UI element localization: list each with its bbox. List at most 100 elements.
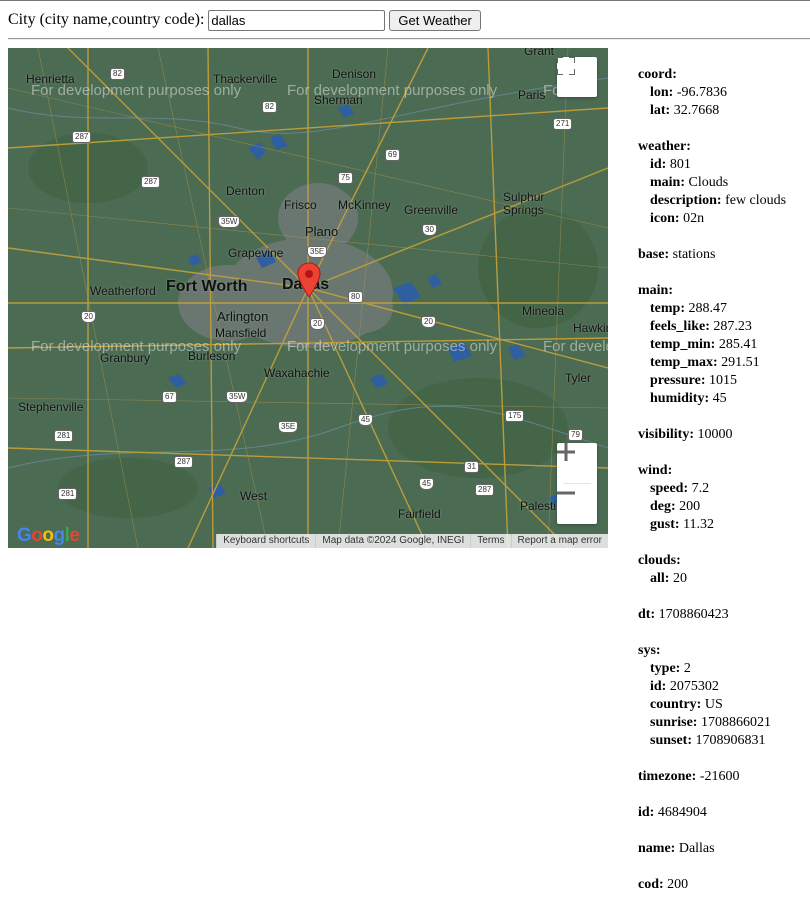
dt-field: dt: 1708860423	[638, 606, 810, 624]
map[interactable]: For development purposes only For develo…	[8, 48, 608, 548]
city-label: Arlington	[217, 309, 269, 324]
city-label: Fairfield	[398, 507, 441, 521]
field-value: Dallas	[678, 841, 715, 856]
dev-watermark: For develo	[543, 338, 608, 355]
field-key: sunrise:	[650, 715, 698, 730]
city-label: Greenville	[404, 203, 459, 217]
field-key: name:	[638, 841, 676, 856]
field-value: few clouds	[725, 193, 787, 208]
field-key: dt:	[638, 607, 656, 622]
highway-shield: 20	[81, 311, 96, 323]
map-attribution: Keyboard shortcuts Map data ©2024 Google…	[216, 534, 608, 548]
city-label: Grant	[524, 48, 555, 58]
city-label: Thackerville	[213, 72, 278, 86]
name-field: name: Dallas	[638, 840, 810, 858]
field-key: pressure:	[650, 373, 706, 388]
city-label: Hawkin	[573, 321, 608, 335]
get-weather-button[interactable]: Get Weather	[389, 9, 481, 31]
city-label: Weatherford	[90, 284, 156, 298]
city-label: Sherman	[314, 93, 363, 107]
city-label: Grapevine	[228, 246, 284, 260]
field-key: temp:	[650, 301, 685, 316]
field-key: description:	[650, 193, 722, 208]
highway-shield: 287	[475, 484, 495, 496]
highway-shield: 35E	[278, 421, 299, 433]
city-label: West	[240, 489, 268, 503]
field-key: type:	[650, 661, 681, 676]
section-title: weather:	[638, 139, 691, 154]
wind-section: wind: speed: 7.2 deg: 200 gust: 11.32	[638, 462, 810, 534]
city-label: Mineola	[522, 304, 565, 318]
minus-icon	[557, 491, 575, 495]
field-value: 10000	[697, 427, 733, 442]
clouds-section: clouds: all: 20	[638, 552, 810, 588]
field-value: 2075302	[669, 679, 719, 694]
sys-section: sys: type: 2 id: 2075302 country: US sun…	[638, 642, 810, 750]
highway-shield: 20	[421, 316, 436, 328]
field-key: icon:	[650, 211, 680, 226]
field-key: id:	[650, 157, 667, 172]
timezone-field: timezone: -21600	[638, 768, 810, 786]
city-input[interactable]	[208, 9, 386, 31]
location-marker-icon[interactable]	[297, 262, 321, 298]
section-title: main:	[638, 283, 673, 298]
field-value: 32.7668	[673, 103, 720, 118]
field-value: 11.32	[683, 517, 715, 532]
highway-shield: 31	[464, 461, 479, 473]
highway-shield: 281	[58, 488, 78, 500]
field-value: 1708906831	[695, 733, 766, 748]
dev-watermark: For development purposes only	[287, 338, 498, 355]
field-value: 4684904	[657, 805, 707, 820]
highway-shield: 69	[385, 149, 400, 161]
field-value: 801	[669, 157, 691, 172]
highway-shield: 175	[505, 410, 525, 422]
field-value: 200	[667, 877, 689, 892]
cod-field: cod: 200	[638, 876, 810, 894]
field-value: 45	[712, 391, 727, 406]
terms-link[interactable]: Terms	[470, 534, 511, 548]
map-canvas	[8, 48, 608, 548]
google-logo[interactable]: Google	[17, 525, 80, 547]
field-value: 7.2	[691, 481, 710, 496]
highway-shield: 80	[348, 291, 363, 303]
fullscreen-button[interactable]	[557, 57, 597, 97]
highway-shield: 281	[54, 430, 74, 442]
field-key: visibility:	[638, 427, 695, 442]
field-key: id:	[650, 679, 667, 694]
field-value: -96.7836	[676, 85, 728, 100]
city-label: McKinney	[338, 198, 391, 212]
city-label: Fort Worth	[166, 278, 248, 295]
zoom-out-button[interactable]	[557, 484, 597, 524]
zoom-control	[557, 443, 597, 524]
city-label: Henrietta	[26, 72, 75, 86]
city-label: Frisco	[284, 198, 317, 212]
weather-json-panel: coord: lon: -96.7836 lat: 32.7668 weathe…	[638, 66, 810, 912]
city-label: Waxahachie	[264, 366, 330, 380]
city-form: City (city name,country code): Get Weath…	[8, 8, 481, 32]
field-key: gust:	[650, 517, 680, 532]
zoom-in-button[interactable]	[557, 443, 597, 483]
city-label: Granbury	[100, 351, 151, 365]
visibility-field: visibility: 10000	[638, 426, 810, 444]
field-key: timezone:	[638, 769, 697, 784]
highway-shield: 271	[553, 118, 573, 130]
field-key: main:	[650, 175, 685, 190]
city-label: Stephenville	[18, 400, 84, 414]
keyboard-shortcuts-link[interactable]: Keyboard shortcuts	[216, 534, 316, 548]
field-value: 285.41	[718, 337, 758, 352]
field-key: all:	[650, 571, 670, 586]
highway-shield: 45	[419, 478, 434, 490]
field-value: 291.51	[721, 355, 760, 370]
id-field: id: 4684904	[638, 804, 810, 822]
section-title: clouds:	[638, 553, 681, 568]
report-map-error-link[interactable]: Report a map error	[510, 534, 608, 548]
field-value: 200	[679, 499, 701, 514]
highway-shield: 35W	[218, 216, 241, 228]
field-value: -21600	[699, 769, 740, 784]
highway-shield: 82	[262, 101, 277, 113]
city-label: Plano	[305, 224, 339, 239]
city-label: Paris	[518, 88, 546, 102]
highway-shield: 75	[338, 172, 353, 184]
highway-shield: 79	[568, 429, 583, 441]
field-key: lat:	[650, 103, 671, 118]
